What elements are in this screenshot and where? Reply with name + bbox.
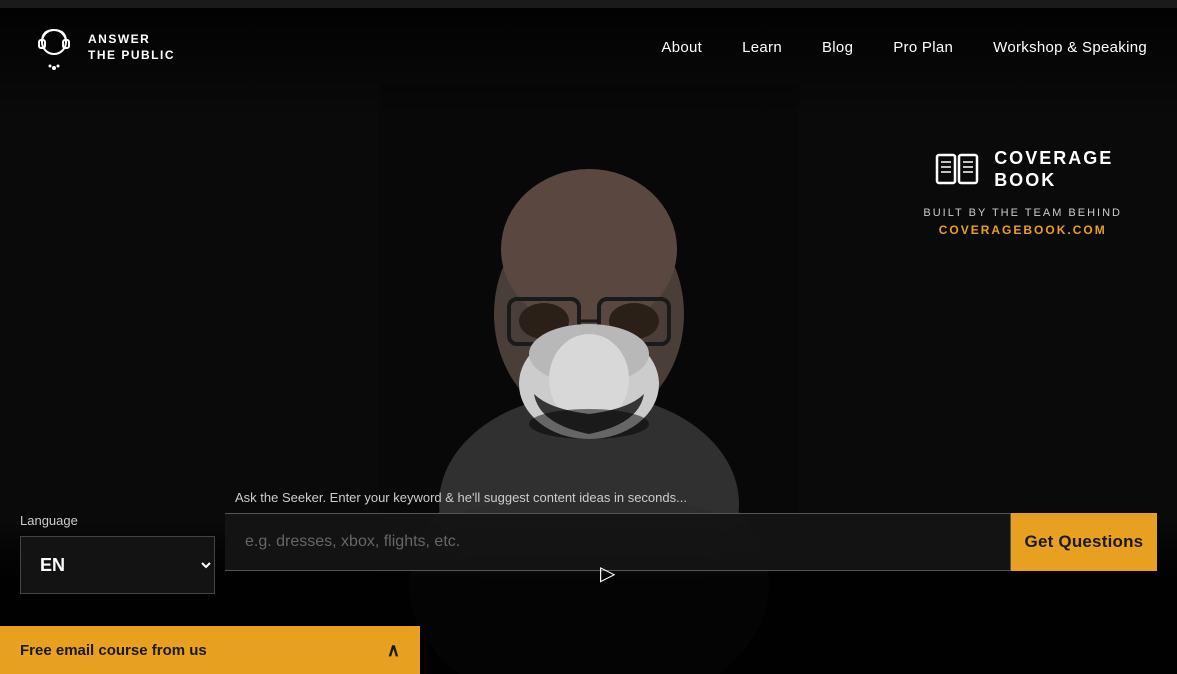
search-area: Ask the Seeker. Enter your keyword & he'… <box>0 490 1177 594</box>
coverage-book-card: COVERAGE BOOK BUILT BY THE TEAM BEHIND C… <box>923 145 1122 237</box>
coverage-link[interactable]: COVERAGEBOOK.COM <box>923 223 1122 237</box>
coverage-book-title: COVERAGE BOOK <box>994 148 1113 191</box>
get-questions-button[interactable]: Get Questions <box>1011 513 1157 571</box>
nav-links: About Learn Blog Pro Plan Workshop & Spe… <box>661 39 1147 56</box>
language-container: Language EN DE FR ES <box>20 513 215 594</box>
coverage-logo: COVERAGE BOOK <box>923 145 1122 195</box>
cursor: ▷ <box>600 561 612 579</box>
email-banner-text: Free email course from us <box>20 642 207 659</box>
coverage-subtitle: BUILT BY THE TEAM BEHIND <box>923 207 1122 219</box>
logo[interactable]: ANSWER THE PUBLIC <box>30 24 175 72</box>
email-banner-chevron-up-icon: ∧ <box>387 640 400 661</box>
nav-workshop[interactable]: Workshop & Speaking <box>993 39 1147 56</box>
main-navigation: ANSWER THE PUBLIC About Learn Blog Pro P… <box>0 0 1177 95</box>
search-input[interactable] <box>225 513 1011 571</box>
logo-text: ANSWER THE PUBLIC <box>88 32 175 63</box>
nav-learn[interactable]: Learn <box>742 39 782 56</box>
top-bar <box>0 0 1177 8</box>
email-course-banner[interactable]: Free email course from us ∧ <box>0 626 420 674</box>
nav-blog[interactable]: Blog <box>822 39 853 56</box>
nav-about[interactable]: About <box>661 39 702 56</box>
coverage-book-icon <box>932 145 982 195</box>
logo-icon <box>30 24 78 72</box>
search-row: Language EN DE FR ES Get Questions <box>20 513 1157 594</box>
language-label: Language <box>20 513 215 528</box>
language-select[interactable]: EN DE FR ES <box>20 536 215 594</box>
search-hint: Ask the Seeker. Enter your keyword & he'… <box>235 490 1157 505</box>
nav-pro-plan[interactable]: Pro Plan <box>893 39 953 56</box>
